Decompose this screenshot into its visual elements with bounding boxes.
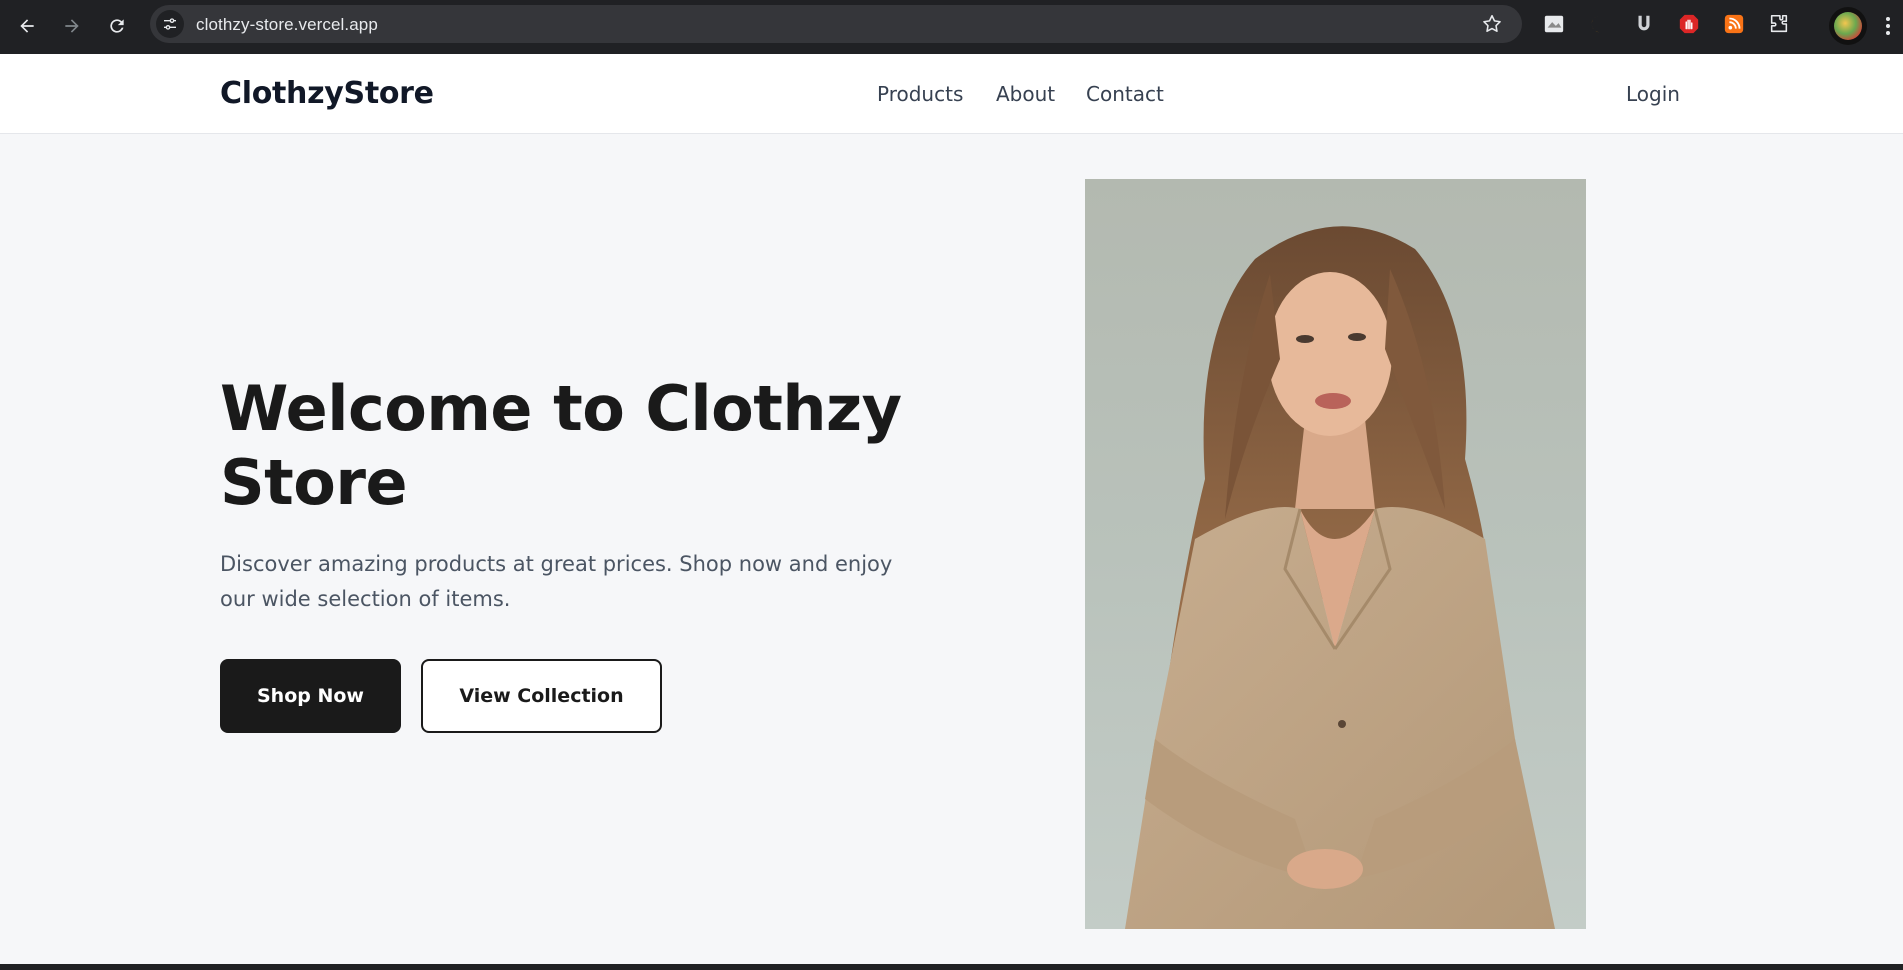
login-link[interactable]: Login: [1626, 82, 1680, 106]
screen-capture-extension-icon: [1544, 15, 1564, 33]
hero-model-image: [1085, 179, 1586, 929]
view-collection-button[interactable]: View Collection: [421, 659, 662, 733]
browser-toolbar: clothzy-store.vercel.app: [0, 0, 1903, 54]
address-bar[interactable]: clothzy-store.vercel.app: [150, 5, 1522, 43]
half-moon-extension-icon: [1591, 15, 1606, 33]
shop-now-button[interactable]: Shop Now: [220, 659, 401, 733]
puzzle-icon: [1770, 14, 1788, 33]
hero-description: Discover amazing products at great price…: [220, 552, 893, 611]
kebab-menu-icon: [1886, 17, 1890, 21]
page: ClothzyStore Products About Contact Logi…: [0, 54, 1903, 964]
profile-avatar[interactable]: [1829, 7, 1867, 45]
extension-screen-capture[interactable]: [1542, 12, 1566, 36]
extension-stop-hand[interactable]: [1677, 12, 1701, 36]
avatar-image: [1834, 12, 1862, 40]
extension-rss[interactable]: [1722, 12, 1746, 36]
site-info-button[interactable]: [156, 10, 184, 38]
arrow-right-icon: [65, 19, 79, 33]
bookmark-button[interactable]: [1478, 10, 1506, 38]
reload-button[interactable]: [101, 10, 133, 42]
browser-menu-button[interactable]: [1882, 14, 1894, 38]
site-logo[interactable]: ClothzyStore: [220, 76, 434, 111]
reload-icon: [110, 19, 124, 33]
nav-link-products[interactable]: Products: [877, 82, 963, 106]
nav-link-about[interactable]: About: [996, 82, 1055, 106]
nav-link-contact[interactable]: Contact: [1086, 82, 1164, 106]
url-text: clothzy-store.vercel.app: [196, 15, 378, 34]
star-icon: [1483, 14, 1501, 33]
extensions-button[interactable]: [1767, 12, 1791, 36]
extension-half-moon[interactable]: [1587, 12, 1611, 36]
back-button[interactable]: [11, 10, 43, 42]
extension-u[interactable]: [1632, 12, 1656, 36]
window-bottom-edge: [0, 964, 1903, 970]
stop-hand-extension-icon: [1679, 14, 1699, 34]
u-extension-icon: [1638, 15, 1650, 31]
arrow-left-icon: [20, 19, 34, 33]
rss-extension-icon: [1724, 14, 1744, 34]
hero-title: Welcome to Clothzy Store: [220, 372, 902, 519]
site-header: ClothzyStore Products About Contact Logi…: [0, 54, 1903, 134]
tune-icon: [164, 18, 176, 30]
forward-button[interactable]: [56, 10, 88, 42]
